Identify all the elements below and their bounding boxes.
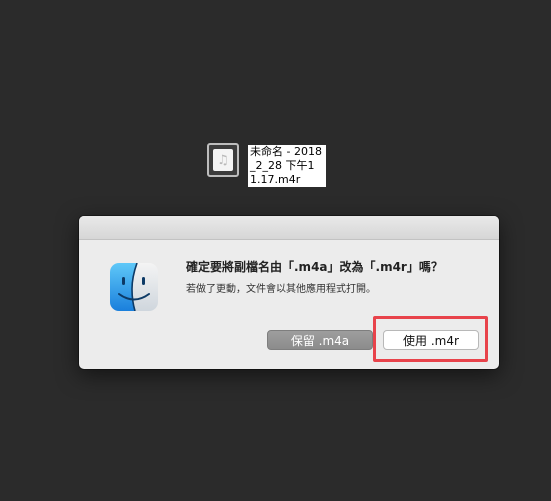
audio-file-icon[interactable]: ♫ [207,143,239,177]
desktop: ♫ 未命名 - 2018_2_28 下午11.17.m4r 確定要將副檔名由「.… [0,0,551,501]
dialog-titlebar [79,216,499,240]
music-note-icon: ♫ [213,149,233,171]
keep-extension-button[interactable]: 保留 .m4a [267,330,373,350]
dialog-informative-text: 若做了更動，文件會以其他應用程式打開。 [186,284,376,295]
dialog-message: 確定要將副檔名由「.m4a」改為「.m4r」嗎？ [186,260,443,274]
finder-icon [110,263,158,311]
use-extension-button[interactable]: 使用 .m4r [383,330,479,350]
rename-extension-dialog: 確定要將副檔名由「.m4a」改為「.m4r」嗎？ 若做了更動，文件會以其他應用程… [79,216,499,369]
file-name-label[interactable]: 未命名 - 2018_2_28 下午11.17.m4r [248,145,326,187]
